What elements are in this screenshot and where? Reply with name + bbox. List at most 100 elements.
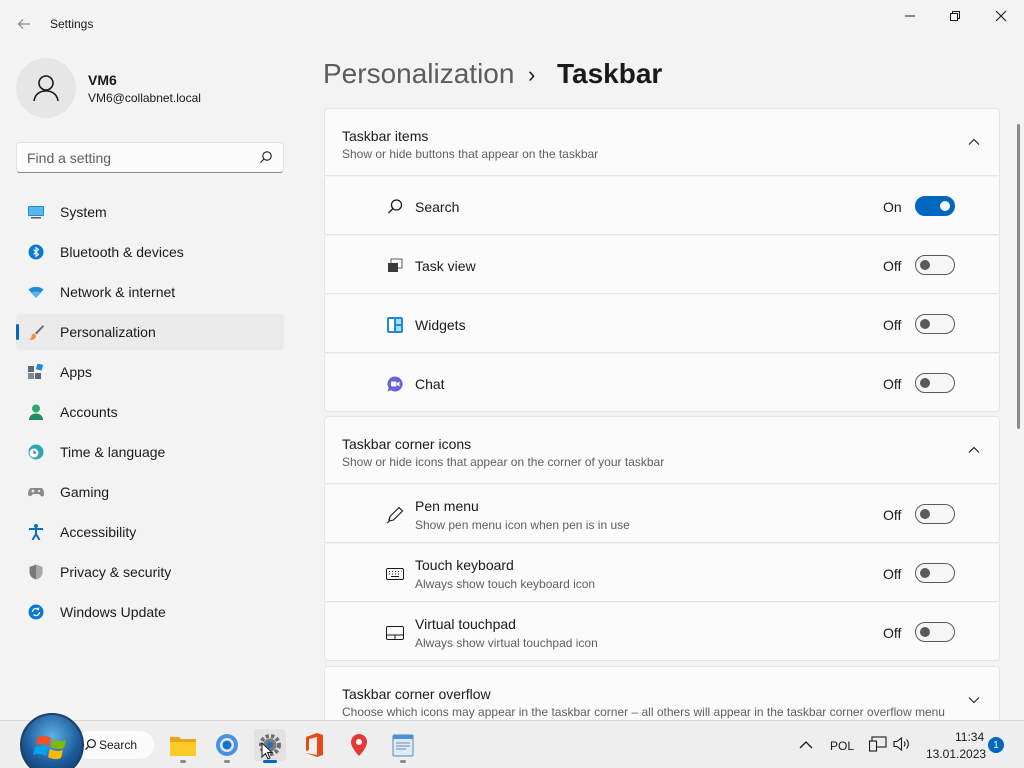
running-indicator — [400, 760, 406, 763]
taskbar-search-button[interactable]: Search — [76, 731, 154, 759]
toggle-knob — [920, 627, 930, 637]
setting-row-pen-menu: Pen menu Show pen menu icon when pen is … — [324, 485, 1000, 543]
virtual-touchpad-toggle[interactable] — [915, 622, 955, 642]
sidebar-item-label: System — [60, 204, 107, 220]
maximize-button[interactable] — [932, 0, 978, 32]
brush-icon — [28, 325, 44, 340]
setting-description: Always show touch keyboard icon — [415, 577, 596, 591]
taskbar-maps[interactable] — [343, 729, 375, 761]
toggle-knob — [920, 260, 930, 270]
taskbar-file-explorer[interactable] — [167, 729, 199, 763]
chrome-icon — [216, 734, 238, 756]
task-view-icon — [388, 258, 403, 272]
toggle-knob — [920, 319, 930, 329]
widgets-icon — [387, 317, 403, 333]
touch-keyboard-toggle[interactable] — [915, 563, 955, 583]
section-title: Taskbar corner overflow — [342, 686, 491, 702]
scrollbar-thumb[interactable] — [1017, 124, 1020, 429]
setting-label: Touch keyboard — [415, 557, 514, 573]
chevron-up-icon[interactable] — [967, 443, 981, 457]
network-icon[interactable] — [869, 735, 887, 753]
clock-time[interactable]: 11:34 — [955, 730, 984, 744]
close-button[interactable] — [978, 0, 1024, 32]
sidebar-nav: System Bluetooth & devices Network & int… — [16, 194, 284, 634]
user-email: VM6@collabnet.local — [88, 91, 201, 105]
minimize-button[interactable] — [887, 0, 933, 32]
setting-row-chat: Chat Off — [324, 354, 1000, 412]
running-indicator — [224, 760, 230, 763]
sidebar-item-network[interactable]: Network & internet — [16, 274, 284, 310]
breadcrumb-separator: › — [528, 62, 536, 87]
file-explorer-icon — [170, 737, 196, 756]
sidebar-item-label: Privacy & security — [60, 564, 172, 580]
back-button[interactable] — [12, 12, 36, 36]
section-description: Show or hide buttons that appear on the … — [342, 147, 599, 161]
start-button[interactable] — [20, 713, 84, 768]
settings-search[interactable] — [16, 142, 284, 173]
breadcrumb-parent[interactable]: Personalization — [323, 58, 514, 90]
sidebar-item-gaming[interactable]: Gaming — [16, 474, 284, 510]
notepad-icon — [392, 734, 414, 757]
windows-logo-icon — [33, 735, 66, 760]
setting-label: Task view — [415, 258, 476, 274]
taskbar: Search POL 11:34 13.01.2023 1 — [0, 713, 1024, 768]
search-toggle[interactable] — [915, 196, 955, 216]
sidebar-item-bluetooth[interactable]: Bluetooth & devices — [16, 234, 284, 270]
close-icon — [995, 10, 1007, 22]
pen-icon — [386, 506, 404, 524]
sidebar-item-label: Time & language — [60, 444, 166, 460]
sidebar-item-label: Personalization — [60, 324, 156, 340]
setting-label: Virtual touchpad — [415, 616, 516, 632]
search-icon[interactable] — [259, 150, 273, 164]
keyboard-icon — [386, 568, 404, 580]
avatar[interactable] — [16, 58, 76, 118]
sidebar-item-personalization[interactable]: Personalization — [16, 314, 284, 350]
volume-icon[interactable] — [893, 735, 911, 753]
setting-label: Search — [415, 199, 460, 215]
mouse-cursor-icon — [261, 742, 273, 760]
sidebar-item-time-language[interactable]: Time & language — [16, 434, 284, 470]
accounts-icon — [29, 404, 43, 420]
clock-date[interactable]: 13.01.2023 — [926, 747, 986, 761]
notification-badge[interactable]: 1 — [988, 737, 1004, 753]
corner-icons-header[interactable]: Taskbar corner icons Show or hide icons … — [324, 416, 1000, 484]
task-view-toggle[interactable] — [915, 255, 955, 275]
chevron-up-icon[interactable] — [797, 736, 815, 754]
chevron-down-icon[interactable] — [967, 693, 981, 707]
app-title: Settings — [50, 17, 94, 31]
sidebar-item-label: Gaming — [60, 484, 110, 500]
pen-menu-toggle[interactable] — [915, 504, 955, 524]
chat-toggle[interactable] — [915, 373, 955, 393]
sidebar-item-windows-update[interactable]: Windows Update — [16, 594, 284, 630]
clock-globe-icon — [28, 444, 44, 460]
chevron-up-icon[interactable] — [967, 135, 981, 149]
language-indicator[interactable]: POL — [830, 739, 854, 753]
sidebar-item-accounts[interactable]: Accounts — [16, 394, 284, 430]
corner-overflow-header[interactable]: Taskbar corner overflow Choose which ico… — [324, 666, 1000, 726]
taskbar-search-label: Search — [99, 738, 138, 752]
toggle-state-label: Off — [883, 258, 902, 274]
search-input[interactable] — [17, 143, 247, 172]
setting-row-widgets: Widgets Off — [324, 295, 1000, 353]
maps-icon — [351, 734, 367, 756]
sidebar-item-label: Network & internet — [60, 284, 176, 300]
toggle-state-label: Off — [883, 317, 902, 333]
widgets-toggle[interactable] — [915, 314, 955, 334]
setting-label: Chat — [415, 376, 445, 392]
setting-description: Show pen menu icon when pen is in use — [415, 518, 630, 532]
taskbar-chrome[interactable] — [211, 729, 243, 763]
toggle-state-label: Off — [883, 376, 902, 392]
office-icon — [306, 733, 323, 757]
taskbar-notepad[interactable] — [387, 729, 419, 763]
sidebar-item-system[interactable]: System — [16, 194, 284, 230]
toggle-state-label: Off — [883, 507, 902, 523]
toggle-knob — [940, 201, 950, 211]
sidebar-item-label: Windows Update — [60, 604, 166, 620]
sidebar-item-accessibility[interactable]: Accessibility — [16, 514, 284, 550]
taskbar-office[interactable] — [298, 729, 330, 761]
sidebar-item-apps[interactable]: Apps — [16, 354, 284, 390]
sidebar-item-privacy[interactable]: Privacy & security — [16, 554, 284, 590]
taskbar-items-header[interactable]: Taskbar items Show or hide buttons that … — [324, 108, 1000, 176]
section-title: Taskbar corner icons — [342, 436, 472, 452]
user-icon — [33, 75, 59, 102]
